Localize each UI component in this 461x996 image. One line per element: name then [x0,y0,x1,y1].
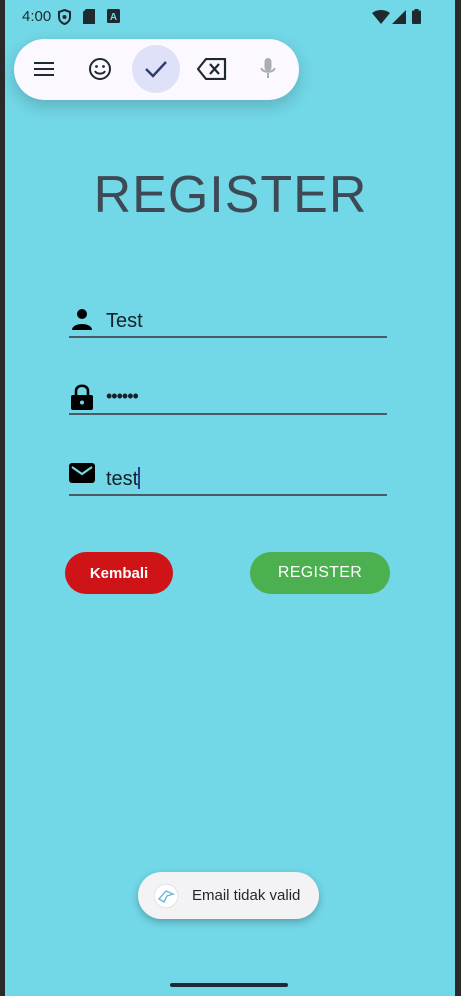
lock-icon [69,383,95,411]
sd-card-icon [83,9,95,29]
signal-icon [392,10,406,29]
backspace-icon[interactable] [188,45,236,93]
toast-text: Email tidak valid [192,887,301,904]
menu-icon[interactable] [20,45,68,93]
mic-icon[interactable] [244,45,292,93]
device-frame-right [455,0,461,996]
svg-text:A: A [110,12,117,23]
email-value: test [106,468,139,490]
wifi-icon [372,10,390,29]
app-icon [153,883,179,909]
toast-message: Email tidak valid [138,872,319,919]
person-icon [69,306,95,332]
email-field[interactable]: test [69,454,387,496]
text-caret [138,467,140,489]
page-title: REGISTER [93,166,368,224]
emoji-icon[interactable] [76,45,124,93]
password-value: •••••• [106,386,139,406]
username-value: Test [106,310,143,332]
mail-icon [69,462,95,488]
password-field[interactable]: •••••• [69,373,387,415]
home-indicator[interactable] [170,983,288,987]
back-button[interactable]: Kembali [65,552,173,594]
app-screen: 4:00 A REGISTER Test •••••• test Kembali… [0,0,461,996]
battery-icon [412,9,421,29]
status-time: 4:00 [22,8,52,25]
username-field[interactable]: Test [69,296,387,338]
register-button[interactable]: REGISTER [250,552,390,594]
keyboard-toolbar [14,39,299,100]
device-frame-left [0,0,5,996]
a-box-icon: A [107,9,120,28]
check-icon[interactable] [132,45,180,93]
status-bar: 4:00 A [0,0,461,34]
shield-icon [57,8,72,30]
email-input[interactable]: test [106,467,140,491]
